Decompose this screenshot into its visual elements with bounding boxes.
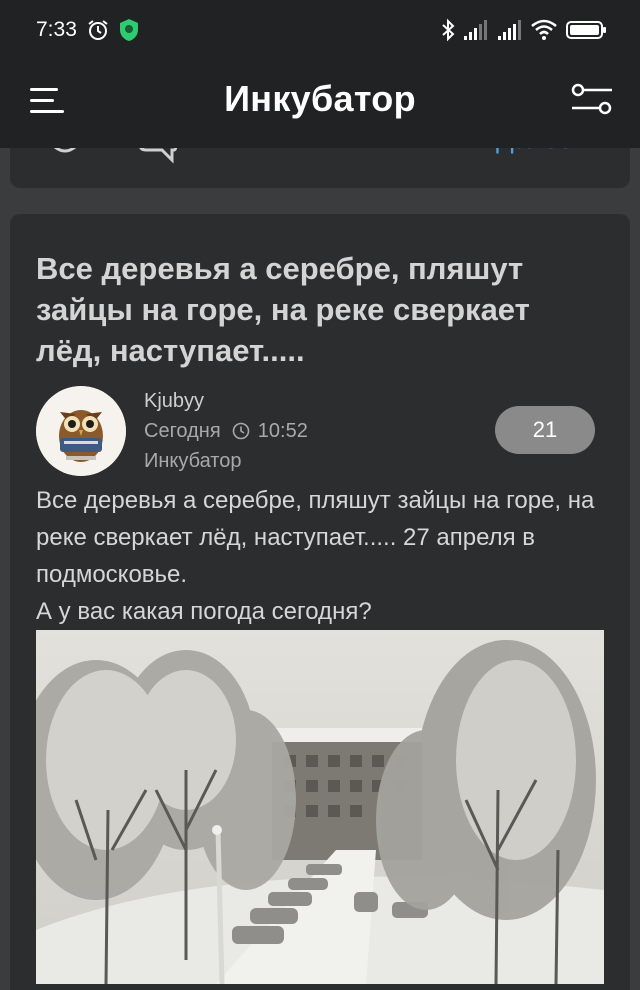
status-bar: 7:33 (0, 0, 640, 60)
bluetooth-icon (442, 18, 455, 42)
page-title: Инкубатор (224, 78, 416, 119)
owl-avatar-icon (36, 386, 126, 476)
date-label: Сегодня (144, 420, 221, 442)
post-body: Все деревья а серебре, пляшут зайцы на г… (36, 482, 606, 630)
post-question: А у вас какая погода сегодня? (36, 598, 372, 625)
clock-icon (232, 422, 250, 440)
time-label: 10:52 (257, 420, 308, 442)
post-text: Все деревья а серебре, пляшут зайцы на г… (36, 487, 595, 588)
post-category[interactable]: Инкубатор (144, 450, 241, 473)
post-date: Сегодня 10:52 (144, 420, 308, 443)
post-title[interactable]: Все деревья а серебре, пляшут зайцы на г… (36, 248, 596, 371)
snowy-courtyard-photo (36, 630, 604, 984)
alarm-icon (88, 20, 108, 40)
comment-count-badge[interactable]: 21 (495, 406, 595, 454)
wifi-icon (531, 19, 557, 40)
post-card[interactable]: Все деревья а серебре, пляшут зайцы на г… (10, 214, 630, 990)
post-image[interactable] (36, 630, 604, 984)
shield-app-icon (120, 19, 138, 41)
battery-icon (566, 21, 606, 39)
app-bar: Инкубатор (0, 60, 640, 148)
signal-icon (464, 20, 487, 40)
filter-icon[interactable] (570, 82, 614, 118)
signal-icon (498, 20, 521, 40)
author-name[interactable]: Kjubyy (144, 390, 204, 413)
status-time: 7:33 (36, 18, 77, 41)
avatar[interactable] (36, 386, 126, 476)
